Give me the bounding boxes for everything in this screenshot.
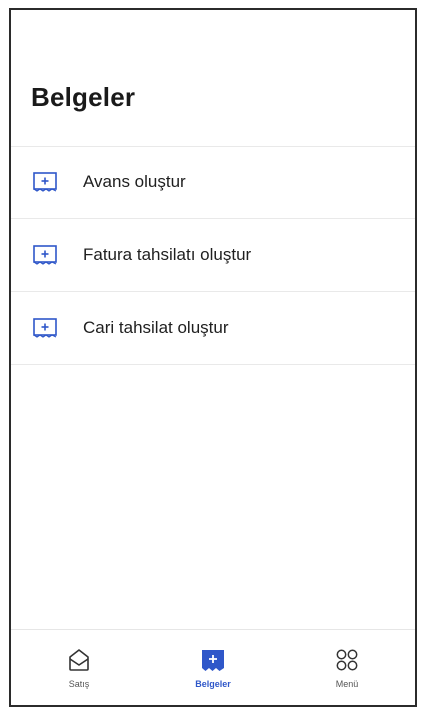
bottom-navigation: Satış Belgeler Menü <box>11 629 415 705</box>
list-item-cari-tahsilat-olustur[interactable]: Cari tahsilat oluştur <box>11 292 415 365</box>
nav-label: Menü <box>335 679 359 689</box>
page-header: Belgeler <box>11 10 415 147</box>
nav-item-belgeler[interactable]: Belgeler <box>178 630 248 689</box>
list-item-label: Cari tahsilat oluştur <box>83 318 229 337</box>
document-plus-icon <box>33 172 57 192</box>
grid-circles-icon <box>334 647 360 673</box>
list-item-avans-olustur[interactable]: Avans oluştur <box>11 146 415 219</box>
document-plus-icon <box>33 245 57 265</box>
nav-label: Belgeler <box>195 679 231 689</box>
list-item-label: Fatura tahsilatı oluştur <box>83 245 252 264</box>
nav-item-satis[interactable]: Satış <box>44 630 114 689</box>
list-item-label: Avans oluştur <box>83 172 186 191</box>
document-plus-icon <box>200 647 226 673</box>
page-title: Belgeler <box>31 82 136 112</box>
nav-item-menu[interactable]: Menü <box>312 630 382 689</box>
app-screen: Belgeler Avans oluştur Fatura tahsilatı … <box>9 8 417 707</box>
nav-label: Satış <box>68 679 90 689</box>
document-action-list: Avans oluştur Fatura tahsilatı oluştur C… <box>11 146 415 365</box>
list-item-fatura-tahsilati-olustur[interactable]: Fatura tahsilatı oluştur <box>11 219 415 292</box>
document-plus-icon <box>33 318 57 338</box>
home-icon <box>66 647 92 673</box>
